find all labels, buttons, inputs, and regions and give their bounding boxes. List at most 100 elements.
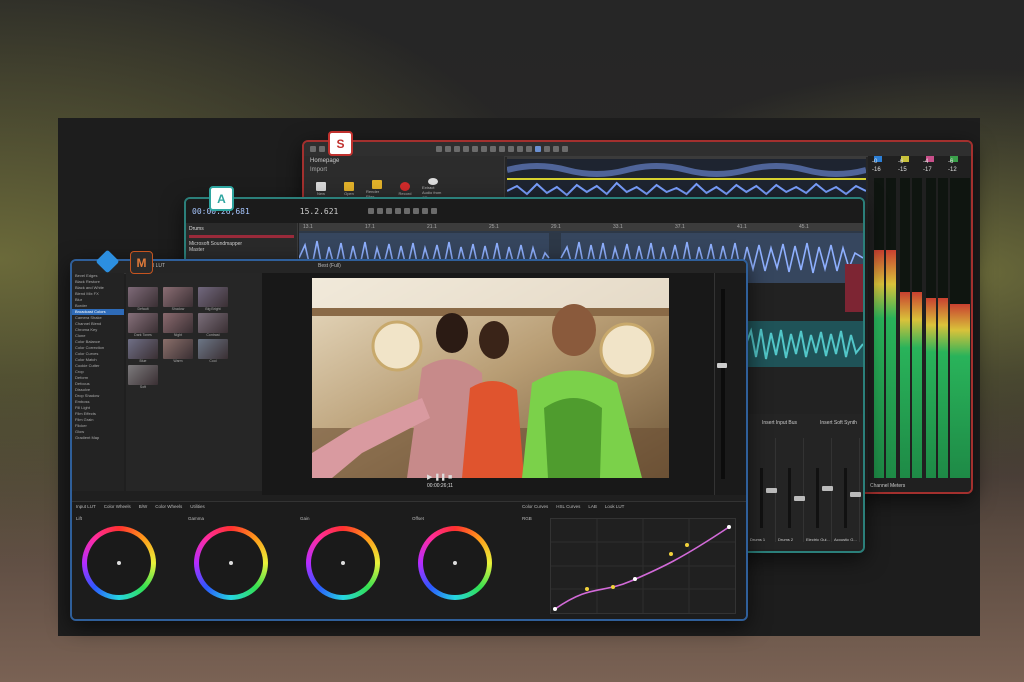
- level-meter: [960, 178, 970, 478]
- track-color-strip: [845, 264, 863, 312]
- color-tab[interactable]: B/W: [139, 504, 148, 509]
- preset-thumbnail[interactable]: [198, 313, 228, 333]
- level-meter: [874, 178, 884, 478]
- preset-label: Cool: [209, 359, 217, 363]
- gain-label: Gain: [300, 516, 310, 521]
- preset-thumbnail[interactable]: [128, 339, 158, 359]
- meter-value: -16: [872, 167, 881, 173]
- timeline-ruler: 13.1 17.1 21.1 25.1 29.1 33.1 37.1 41.1 45.1: [299, 223, 863, 231]
- ruler-tick: 25.1: [489, 224, 499, 230]
- play-button[interactable]: ▶ ❚❚ ■: [427, 473, 452, 481]
- mixer-strip[interactable]: Acoustic G...: [834, 438, 861, 542]
- preset-label: Night: [173, 333, 183, 337]
- gamma-handle[interactable]: [229, 561, 233, 565]
- curve-tabs[interactable]: Color Curves HSL Curves LAB Look LUT: [522, 504, 624, 509]
- lift-label: Lift: [76, 516, 83, 521]
- color-tab[interactable]: Color Wheels: [104, 504, 131, 509]
- level-meter: [938, 178, 948, 478]
- curve-tab[interactable]: HSL Curves: [556, 504, 580, 509]
- insert-input-bus[interactable]: Insert Input Bus: [762, 420, 797, 426]
- boris-logo: M: [130, 251, 153, 274]
- acid-logo: A: [209, 186, 234, 211]
- channel-meters: -0 -6 -4 -6 -16 -15 -17 -12 Channel Mete…: [868, 156, 971, 492]
- preset-thumbnail[interactable]: [128, 313, 158, 333]
- preset-thumbnail[interactable]: [128, 287, 158, 307]
- ruler-tick: 41.1: [737, 224, 747, 230]
- lift-handle[interactable]: [117, 561, 121, 565]
- preset-thumbnail[interactable]: [163, 339, 193, 359]
- ribbon-header: Import: [310, 167, 328, 173]
- waveform-overview[interactable]: [506, 156, 867, 200]
- tempo-display: 15.2.621: [299, 206, 339, 216]
- ruler-tick: 37.1: [675, 224, 685, 230]
- mixer-panel: Insert Input Bus Insert Soft Synth Drums…: [748, 414, 863, 549]
- meter-peak: -6: [948, 159, 954, 165]
- level-meter: [926, 178, 936, 478]
- meter-value: -12: [948, 167, 957, 173]
- curve-tab[interactable]: Look LUT: [605, 504, 625, 509]
- waveform-clip[interactable]: [746, 321, 863, 367]
- color-tab[interactable]: Input LUT: [76, 504, 96, 509]
- device2-label: Master: [189, 247, 205, 253]
- ruler-tick: 29.1: [551, 224, 561, 230]
- vegas-pro-window: BCC Dual LUT Best (Full) Bevel EdgesBlac…: [70, 259, 748, 621]
- curve-tab[interactable]: LAB: [588, 504, 597, 509]
- ruler-tick: 17.1: [365, 224, 375, 230]
- menu-title: Homepage: [310, 158, 340, 164]
- timecode-small: 00:00:26;11: [427, 483, 454, 489]
- color-tab[interactable]: Utilities: [190, 504, 205, 509]
- meter-peak: -4: [923, 159, 929, 165]
- curve-label: RGB: [522, 516, 532, 521]
- preset-label: Default: [137, 307, 149, 311]
- ruler-tick: 33.1: [613, 224, 623, 230]
- video-preview: [312, 278, 669, 478]
- mixer-strip[interactable]: Drums 1: [750, 438, 777, 542]
- gain-handle[interactable]: [341, 561, 345, 565]
- level-meter: [950, 178, 960, 478]
- track-name: Drums: [189, 226, 204, 232]
- preset-thumbnail[interactable]: [198, 339, 228, 359]
- meter-peak: -0: [872, 159, 878, 165]
- meter-peak: -6: [898, 159, 904, 165]
- level-meter: [886, 178, 896, 478]
- preset-thumbnail[interactable]: [198, 287, 228, 307]
- preset-label: Contrast: [206, 333, 220, 337]
- color-tabs[interactable]: Input LUT Color Wheels B/W Color Wheels Util…: [76, 504, 205, 509]
- ruler-tick: 13.1: [303, 224, 313, 230]
- master-bus: [714, 273, 746, 495]
- level-meter: [900, 178, 910, 478]
- preset-label: Shadow: [171, 307, 185, 311]
- preset-label: Big Bright: [205, 307, 221, 311]
- presets-panel: Default Shadow Big Bright Dark Tones Night Co…: [126, 273, 262, 491]
- preset-thumbnail[interactable]: [163, 287, 193, 307]
- ruler-tick: 45.1: [799, 224, 809, 230]
- transport-header: 00:00:26,681 15.2.621: [186, 199, 863, 223]
- level-meter: [912, 178, 922, 478]
- color-grading-panel: Input LUT Color Wheels B/W Color Wheels Util…: [72, 501, 746, 619]
- fx-list-item[interactable]: Gradient Map: [72, 435, 124, 441]
- insert-soft-synth[interactable]: Insert Soft Synth: [820, 420, 857, 426]
- effects-list[interactable]: Bevel Edges Black Restore Black and White B…: [72, 273, 124, 491]
- preset-thumbnail[interactable]: [128, 365, 158, 385]
- mixer-strip[interactable]: Electric Gui...: [806, 438, 833, 542]
- preset-thumbnail[interactable]: [163, 313, 193, 333]
- preset-label: Soft: [139, 385, 147, 389]
- curve-tab[interactable]: Color Curves: [522, 504, 548, 509]
- offset-handle[interactable]: [453, 561, 457, 565]
- offset-label: Offset: [412, 516, 424, 521]
- preview-quality[interactable]: Best (Full): [318, 263, 341, 269]
- meter-value: -17: [923, 167, 932, 173]
- master-fader[interactable]: [717, 363, 727, 368]
- gamma-label: Gamma: [188, 516, 205, 521]
- mixer-strip[interactable]: Drums 2: [778, 438, 805, 542]
- meter-value: -15: [898, 167, 907, 173]
- preset-label: Blue: [139, 359, 147, 363]
- color-tab[interactable]: Color Wheels: [155, 504, 182, 509]
- sound-forge-logo: S: [328, 131, 353, 156]
- rgb-curve-editor[interactable]: [550, 518, 736, 614]
- toolbar: [304, 142, 971, 157]
- video-preview-pane: 00:00:26;11 ▶ ❚❚ ■: [262, 273, 714, 495]
- preset-label: Warm: [173, 359, 183, 363]
- meters-footer: Channel Meters: [870, 483, 906, 489]
- ruler-tick: 21.1: [427, 224, 437, 230]
